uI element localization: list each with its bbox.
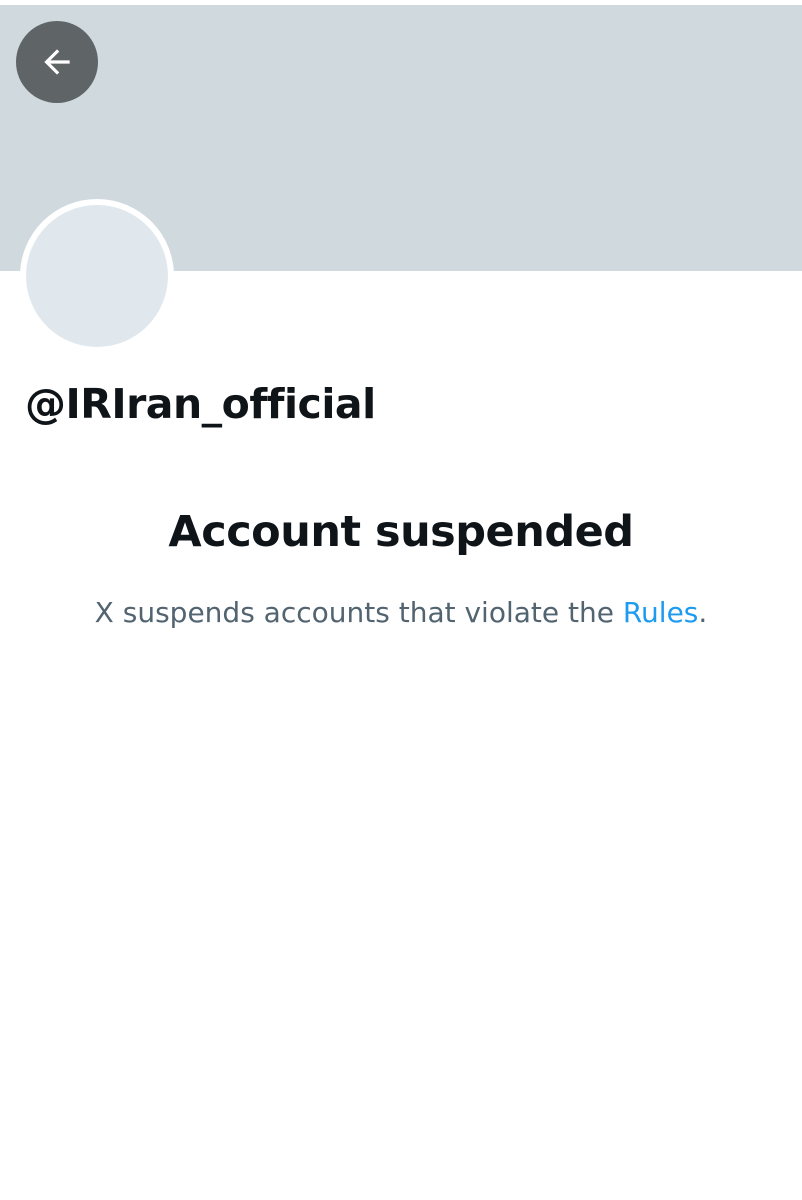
avatar <box>20 199 174 353</box>
suspended-message-suffix: . <box>698 596 708 629</box>
back-button[interactable] <box>16 21 98 103</box>
suspended-title: Account suspended <box>168 507 634 557</box>
suspended-message-prefix: X suspends accounts that violate the <box>94 596 623 629</box>
arrow-left-icon <box>44 49 70 75</box>
profile-handle: @IRIran_official <box>25 380 376 428</box>
suspended-message: X suspends accounts that violate the Rul… <box>0 596 802 629</box>
rules-link[interactable]: Rules <box>623 596 699 629</box>
